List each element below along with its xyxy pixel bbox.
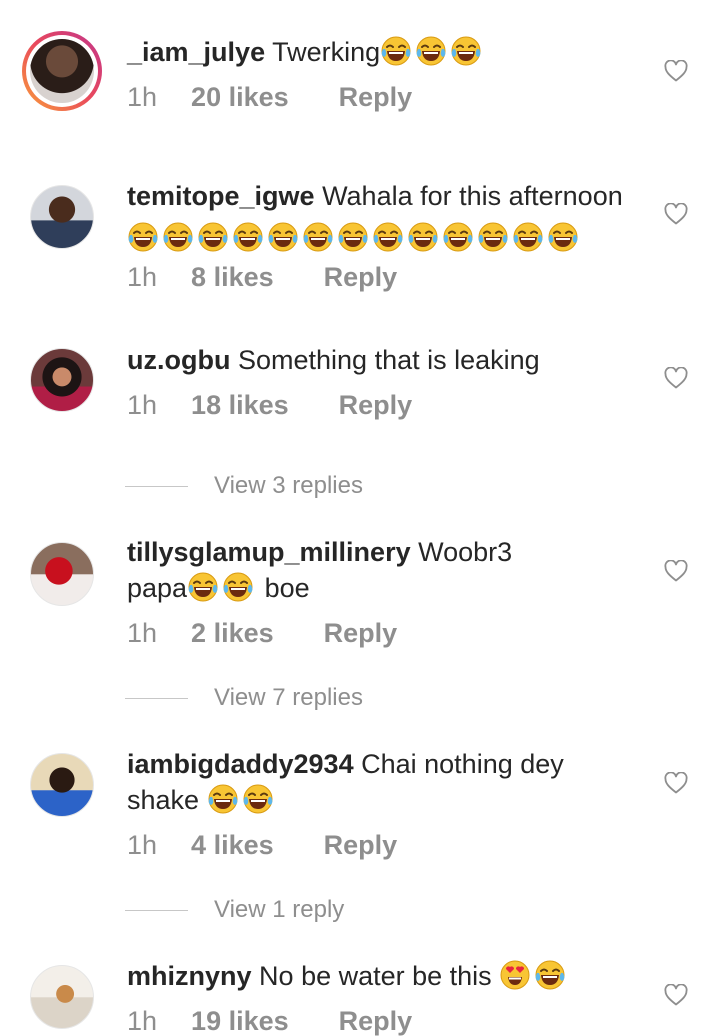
reply-button[interactable]: Reply (339, 390, 413, 421)
avatar[interactable] (30, 542, 94, 606)
comment-text: papa (127, 573, 188, 603)
like-count[interactable]: 19 likes (191, 1006, 289, 1036)
comment-time: 1h (127, 390, 158, 420)
reply-button[interactable]: Reply (324, 830, 398, 861)
like-heart-icon[interactable] (664, 772, 688, 794)
laugh-emoji-icon (267, 221, 299, 253)
comment-text: shake (127, 785, 200, 815)
comment-text: Something that is leaking (237, 345, 540, 375)
laugh-emoji-icon (380, 35, 412, 67)
laugh-emoji-icon (222, 571, 254, 603)
view-replies-label[interactable]: View 1 reply (214, 896, 344, 924)
view-replies-label[interactable]: View 3 replies (214, 472, 363, 500)
laugh-emoji-icon (302, 221, 334, 253)
like-heart-icon[interactable] (664, 60, 688, 82)
comment-text: Chai nothing dey (361, 749, 564, 779)
like-heart-icon[interactable] (664, 560, 688, 582)
avatar[interactable] (30, 348, 94, 412)
comment-username[interactable]: iambigdaddy2934 (127, 749, 354, 779)
comment-text: No be water be this (259, 961, 492, 991)
avatar[interactable] (30, 965, 94, 1029)
avatar[interactable] (30, 185, 94, 249)
comment-text: boe (264, 573, 310, 603)
avatar[interactable] (30, 753, 94, 817)
laugh-emoji-icon (442, 221, 474, 253)
avatar[interactable] (22, 31, 102, 111)
heart-eyes-emoji-icon (499, 959, 531, 991)
laugh-emoji-icon (372, 221, 404, 253)
replies-divider (125, 485, 188, 487)
comment-username[interactable]: uz.ogbu (127, 345, 230, 375)
comment-username[interactable]: _iam_julye (127, 37, 265, 67)
comment-username[interactable]: temitope_igwe (127, 181, 315, 211)
replies-divider (125, 697, 188, 699)
comment-time: 1h (127, 618, 158, 648)
comment-time: 1h (127, 830, 158, 860)
comment-time: 1h (127, 1006, 158, 1036)
laugh-emoji-icon (477, 221, 509, 253)
view-replies-button[interactable]: View 1 reply (125, 896, 344, 924)
comment-text: Wahala for this afternoon (322, 181, 623, 211)
like-count[interactable]: 4 likes (191, 830, 274, 861)
like-heart-icon[interactable] (664, 367, 688, 389)
like-count[interactable]: 20 likes (191, 82, 289, 113)
like-count[interactable]: 18 likes (191, 390, 289, 421)
laugh-emoji-icon (337, 221, 369, 253)
laugh-emoji-icon (512, 221, 544, 253)
laugh-emoji-icon (415, 35, 447, 67)
view-replies-label[interactable]: View 7 replies (214, 684, 363, 712)
laugh-emoji-icon (407, 221, 439, 253)
laugh-emoji-icon (197, 221, 229, 253)
comment-text: Twerking (272, 37, 381, 67)
emoji-row (127, 220, 582, 256)
replies-divider (125, 909, 188, 911)
comment-time: 1h (127, 82, 158, 112)
comment-text: Woobr3 (418, 537, 513, 567)
comment-username[interactable]: tillysglamup_millinery (127, 537, 411, 567)
reply-button[interactable]: Reply (324, 262, 398, 293)
laugh-emoji-icon (242, 783, 274, 815)
laugh-emoji-icon (450, 35, 482, 67)
like-heart-icon[interactable] (664, 984, 688, 1006)
view-replies-button[interactable]: View 3 replies (125, 472, 363, 500)
laugh-emoji-icon (162, 221, 194, 253)
like-count[interactable]: 2 likes (191, 618, 274, 649)
laugh-emoji-icon (547, 221, 579, 253)
laugh-emoji-icon (232, 221, 264, 253)
view-replies-button[interactable]: View 7 replies (125, 684, 363, 712)
laugh-emoji-icon (207, 783, 239, 815)
laugh-emoji-icon (187, 571, 219, 603)
like-count[interactable]: 8 likes (191, 262, 274, 293)
reply-button[interactable]: Reply (339, 1006, 413, 1036)
reply-button[interactable]: Reply (324, 618, 398, 649)
comment-username[interactable]: mhiznyny (127, 961, 252, 991)
like-heart-icon[interactable] (664, 203, 688, 225)
reply-button[interactable]: Reply (339, 82, 413, 113)
laugh-emoji-icon (127, 221, 159, 253)
laugh-emoji-icon (534, 959, 566, 991)
comment-time: 1h (127, 262, 158, 292)
